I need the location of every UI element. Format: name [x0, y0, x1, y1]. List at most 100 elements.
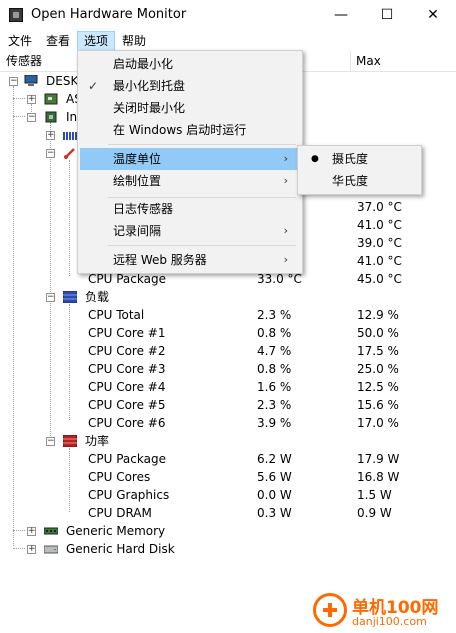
sensor-name: CPU Core #1 [88, 326, 166, 340]
check-icon: ✓ [88, 79, 99, 93]
collapse-icon[interactable]: − [9, 77, 18, 86]
load-icon [63, 291, 77, 303]
menu-bar: 文件 查看 选项 帮助 [0, 31, 456, 51]
sensor-name: CPU DRAM [88, 506, 152, 520]
expand-icon[interactable]: + [27, 545, 36, 554]
watermark-url: danji100.com [352, 615, 427, 628]
menu-item-temperature-unit[interactable]: 温度单位 › [80, 148, 298, 170]
mainboard-icon [44, 93, 58, 105]
submenu-item-celsius[interactable]: ● 摄氏度 [300, 148, 417, 170]
sensor-max: 17.5 % [357, 344, 399, 358]
menu-help[interactable]: 帮助 [116, 31, 152, 51]
sensor-row[interactable]: CPU Total 2.3 % 12.9 % [0, 306, 456, 324]
sensor-value: 2.3 % [257, 308, 292, 322]
sensor-value: 0.0 W [257, 488, 292, 502]
sensor-row[interactable]: CPU Core #5 2.3 % 15.6 % [0, 396, 456, 414]
sensor-max: 39.0 °C [357, 236, 402, 250]
sensor-value: 4.7 % [257, 344, 292, 358]
menu-item-start-minimized[interactable]: 启动最小化 [80, 53, 298, 75]
sensor-name: CPU Core #6 [88, 416, 166, 430]
options-menu: 启动最小化 ✓ 最小化到托盘 关闭时最小化 在 Windows 启动时运行 温度单… [77, 50, 303, 274]
collapse-icon[interactable]: − [46, 437, 55, 446]
power-icon [63, 435, 77, 447]
expand-icon[interactable]: + [46, 131, 55, 140]
sensor-name: CPU Cores [88, 470, 151, 484]
chevron-right-icon: › [283, 253, 288, 266]
tree-row-disk[interactable]: + Generic Hard Disk [0, 540, 456, 558]
sensor-row[interactable]: CPU Core #2 4.7 % 17.5 % [0, 342, 456, 360]
sensor-max: 37.0 °C [357, 200, 402, 214]
sensor-name: CPU Core #2 [88, 344, 166, 358]
thermometer-icon [64, 148, 75, 159]
column-sensor[interactable]: 传感器 [0, 51, 42, 71]
watermark-logo: 单机100网 danji100.com [312, 591, 456, 633]
menu-item-plot-location[interactable]: 绘制位置 › [80, 170, 298, 192]
collapse-icon[interactable]: − [46, 293, 55, 302]
close-button[interactable]: ✕ [410, 0, 456, 31]
sensor-name: CPU Graphics [88, 488, 170, 502]
menu-item-run-on-startup[interactable]: 在 Windows 启动时运行 [80, 119, 298, 141]
menu-item-log-sensors[interactable]: 日志传感器 [80, 198, 298, 220]
sensor-name: CPU Total [88, 308, 145, 322]
sensor-row[interactable]: CPU Core #6 3.9 % 17.0 % [0, 414, 456, 432]
sensor-row[interactable]: CPU Package 6.2 W 17.9 W [0, 450, 456, 468]
sensor-value: 0.3 W [257, 506, 292, 520]
group-label: 负载 [85, 290, 110, 304]
clock-bars-icon [63, 132, 77, 140]
computer-icon [24, 75, 38, 86]
column-max[interactable]: Max [350, 51, 381, 71]
sensor-row[interactable]: CPU Core #1 0.8 % 50.0 % [0, 324, 456, 342]
sensor-name: CPU Core #4 [88, 380, 166, 394]
chevron-right-icon: › [283, 174, 288, 187]
sensor-max: 0.9 W [357, 506, 392, 520]
sensor-row[interactable]: CPU Core #3 0.8 % 25.0 % [0, 360, 456, 378]
sensor-value: 0.8 % [257, 362, 292, 376]
sensor-row[interactable]: CPU Core #4 1.6 % 12.5 % [0, 378, 456, 396]
collapse-icon[interactable]: − [27, 113, 36, 122]
sensor-max: 41.0 °C [357, 254, 402, 268]
cpu-label: In [66, 110, 78, 124]
expand-icon[interactable]: + [27, 95, 36, 104]
group-label: 功率 [85, 434, 110, 448]
sensor-value: 3.9 % [257, 416, 292, 430]
tree-row-memory[interactable]: + Generic Memory [0, 522, 456, 540]
sensor-row[interactable]: CPU Cores 5.6 W 16.8 W [0, 468, 456, 486]
sensor-max: 50.0 % [357, 326, 399, 340]
maximize-button[interactable]: ☐ [364, 0, 410, 31]
sensor-max: 12.5 % [357, 380, 399, 394]
window-title: Open Hardware Monitor [31, 7, 187, 22]
cpu-icon [45, 111, 57, 123]
title-bar: Open Hardware Monitor — ☐ ✕ [0, 0, 456, 31]
menu-item-remote-web-server[interactable]: 远程 Web 服务器 › [80, 249, 298, 271]
collapse-icon[interactable]: − [46, 149, 55, 158]
app-icon [9, 8, 23, 22]
sensor-max: 16.8 W [357, 470, 400, 484]
sensor-name: CPU Core #5 [88, 398, 166, 412]
sensor-value: 2.3 % [257, 398, 292, 412]
menu-item-logging-interval[interactable]: 记录间隔 › [80, 220, 298, 242]
sensor-max: 1.5 W [357, 488, 392, 502]
minimize-button[interactable]: — [318, 0, 364, 31]
menu-item-minimize-on-close[interactable]: 关闭时最小化 [80, 97, 298, 119]
sensor-name: CPU Core #3 [88, 362, 166, 376]
hard-disk-icon [44, 545, 58, 554]
menu-options[interactable]: 选项 [77, 31, 116, 51]
temperature-unit-submenu: ● 摄氏度 华氏度 [297, 145, 422, 195]
sensor-row[interactable]: CPU DRAM 0.3 W 0.9 W [0, 504, 456, 522]
sensor-max: 17.0 % [357, 416, 399, 430]
sensor-row[interactable]: CPU Graphics 0.0 W 1.5 W [0, 486, 456, 504]
submenu-item-fahrenheit[interactable]: 华氏度 [300, 170, 417, 192]
sensor-max: 17.9 W [357, 452, 400, 466]
sensor-value: 1.6 % [257, 380, 292, 394]
menu-file[interactable]: 文件 [2, 31, 38, 51]
computer-label: DESK [46, 74, 79, 88]
tree-row-load-group[interactable]: − 负载 [0, 288, 456, 306]
expand-icon[interactable]: + [27, 527, 36, 536]
chevron-right-icon: › [283, 224, 288, 237]
menu-view[interactable]: 查看 [40, 31, 76, 51]
chevron-right-icon: › [283, 152, 288, 165]
sensor-value: 0.8 % [257, 326, 292, 340]
tree-row-power-group[interactable]: − 功率 [0, 432, 456, 450]
menu-item-minimize-to-tray[interactable]: ✓ 最小化到托盘 [80, 75, 298, 97]
sensor-max: 15.6 % [357, 398, 399, 412]
